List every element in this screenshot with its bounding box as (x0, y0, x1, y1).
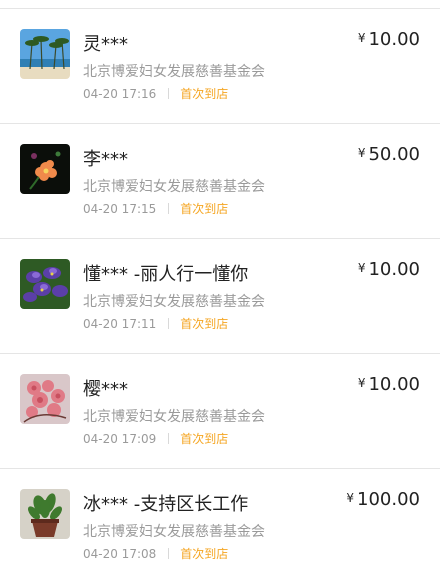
first-visit-tag: 首次到店 (180, 317, 229, 331)
meta-separator (168, 88, 170, 99)
donation-amount: ¥50.00 (358, 144, 420, 165)
first-visit-tag: 首次到店 (180, 432, 229, 446)
donation-time: 04-20 17:08 (83, 546, 157, 561)
donation-meta: 04-20 17:15 首次到店 (83, 200, 228, 217)
amount-value: 50.00 (368, 144, 420, 165)
meta-separator (168, 318, 170, 329)
amount-value: 100.00 (357, 489, 420, 510)
donation-time: 04-20 17:15 (83, 201, 157, 216)
organization-name: 北京博爱妇女发展慈善基金会 (83, 409, 265, 425)
donation-meta: 04-20 17:16 首次到店 (83, 85, 228, 102)
pink-blossom-avatar-icon (20, 374, 70, 424)
beach-palm-avatar-icon (20, 29, 70, 79)
donation-meta: 04-20 17:09 首次到店 (83, 430, 228, 447)
donation-amount: ¥100.00 (346, 489, 420, 510)
orange-flower-avatar-icon (20, 144, 70, 194)
donation-time: 04-20 17:16 (83, 86, 157, 101)
purple-iris-avatar-icon (20, 259, 70, 309)
donation-item[interactable]: 樱*** 北京博爱妇女发展慈善基金会 04-20 17:09 首次到店 ¥10.… (0, 354, 440, 469)
amount-value: 10.00 (368, 29, 420, 50)
potted-plant-avatar-icon (20, 489, 70, 539)
organization-name: 北京博爱妇女发展慈善基金会 (83, 179, 265, 195)
donation-list: 灵*** 北京博爱妇女发展慈善基金会 04-20 17:16 首次到店 ¥10.… (0, 0, 440, 567)
first-visit-tag: 首次到店 (180, 87, 229, 101)
donor-name: 懂*** -丽人行一懂你 (83, 264, 249, 285)
donor-name: 李*** (83, 149, 128, 170)
organization-name: 北京博爱妇女发展慈善基金会 (83, 64, 265, 80)
first-visit-tag: 首次到店 (180, 547, 229, 561)
meta-separator (168, 548, 170, 559)
amount-value: 10.00 (368, 259, 420, 280)
meta-separator (168, 433, 170, 444)
amount-value: 10.00 (368, 374, 420, 395)
donation-time: 04-20 17:09 (83, 431, 157, 446)
donor-name: 樱*** (83, 379, 128, 400)
currency-symbol: ¥ (357, 146, 366, 160)
donation-amount: ¥10.00 (358, 259, 420, 280)
donor-name: 灵*** (83, 34, 128, 55)
donor-name: 冰*** -支持区长工作 (83, 494, 249, 515)
donation-item[interactable]: 灵*** 北京博爱妇女发展慈善基金会 04-20 17:16 首次到店 ¥10.… (0, 9, 440, 124)
donation-meta: 04-20 17:08 首次到店 (83, 545, 228, 562)
currency-symbol: ¥ (357, 261, 366, 275)
meta-separator (168, 203, 170, 214)
currency-symbol: ¥ (357, 376, 366, 390)
first-visit-tag: 首次到店 (180, 202, 229, 216)
donation-item[interactable]: 李*** 北京博爱妇女发展慈善基金会 04-20 17:15 首次到店 ¥50.… (0, 124, 440, 239)
organization-name: 北京博爱妇女发展慈善基金会 (83, 294, 265, 310)
currency-symbol: ¥ (357, 31, 366, 45)
donation-time: 04-20 17:11 (83, 316, 157, 331)
currency-symbol: ¥ (346, 491, 355, 505)
donation-amount: ¥10.00 (358, 29, 420, 50)
donation-meta: 04-20 17:11 首次到店 (83, 315, 228, 332)
donation-amount: ¥10.00 (358, 374, 420, 395)
organization-name: 北京博爱妇女发展慈善基金会 (83, 524, 265, 540)
donation-item[interactable]: 懂*** -丽人行一懂你 北京博爱妇女发展慈善基金会 04-20 17:11 首… (0, 239, 440, 354)
